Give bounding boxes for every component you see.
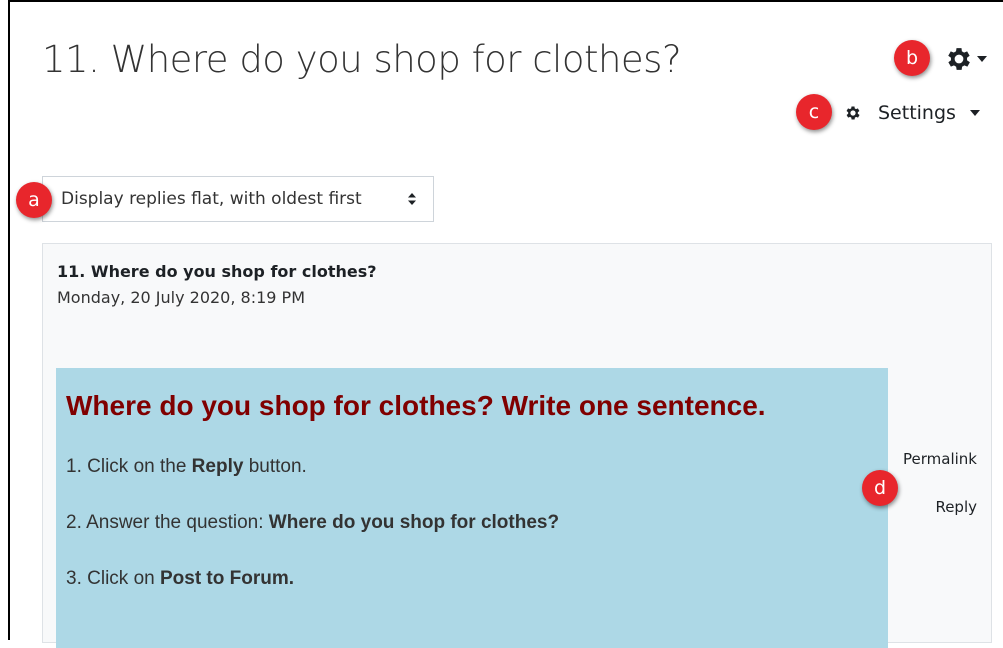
- callout-marker-d: d: [862, 470, 898, 506]
- reply-link[interactable]: Reply: [935, 498, 977, 516]
- page-title: 11. Where do you shop for clothes?: [42, 38, 682, 81]
- sort-updown-icon: [408, 193, 416, 205]
- step-emphasis: Post to Forum.: [159, 568, 295, 589]
- instruction-step: 1. Click on the Reply button.: [66, 456, 307, 478]
- instruction-step: 3. Click on Post to Forum.: [66, 568, 294, 590]
- post-content: Where do you shop for clothes? Write one…: [56, 368, 888, 648]
- chevron-down-icon: [977, 56, 987, 62]
- chevron-down-icon: [969, 110, 980, 116]
- settings-menu[interactable]: Settings: [844, 98, 980, 128]
- step-text: 3. Click on: [66, 568, 160, 589]
- callout-marker-a: a: [16, 182, 52, 218]
- post-date: Monday, 20 July 2020, 8:19 PM: [57, 288, 305, 307]
- callout-marker-b: b: [894, 40, 930, 76]
- step-text: 2. Answer the question:: [66, 512, 269, 533]
- gear-icon: [846, 106, 860, 120]
- page-actions-menu[interactable]: [944, 42, 996, 76]
- step-emphasis: Where do you shop for clothes?: [268, 512, 560, 533]
- settings-label: Settings: [878, 102, 956, 124]
- gear-icon: [948, 48, 970, 70]
- step-text: 1. Click on the: [66, 456, 192, 477]
- post-subject: 11. Where do you shop for clothes?: [57, 262, 377, 281]
- step-text: button.: [243, 456, 307, 477]
- display-mode-select[interactable]: Display replies flat, with oldest first: [42, 176, 434, 222]
- display-mode-value: Display replies flat, with oldest first: [61, 189, 362, 209]
- content-heading: Where do you shop for clothes? Write one…: [66, 390, 766, 421]
- permalink-link[interactable]: Permalink: [903, 450, 977, 468]
- forum-post: 11. Where do you shop for clothes? Monda…: [42, 243, 992, 648]
- callout-marker-c: c: [796, 94, 832, 130]
- instruction-step: 2. Answer the question: Where do you sho…: [66, 512, 559, 534]
- step-emphasis: Reply: [191, 456, 244, 477]
